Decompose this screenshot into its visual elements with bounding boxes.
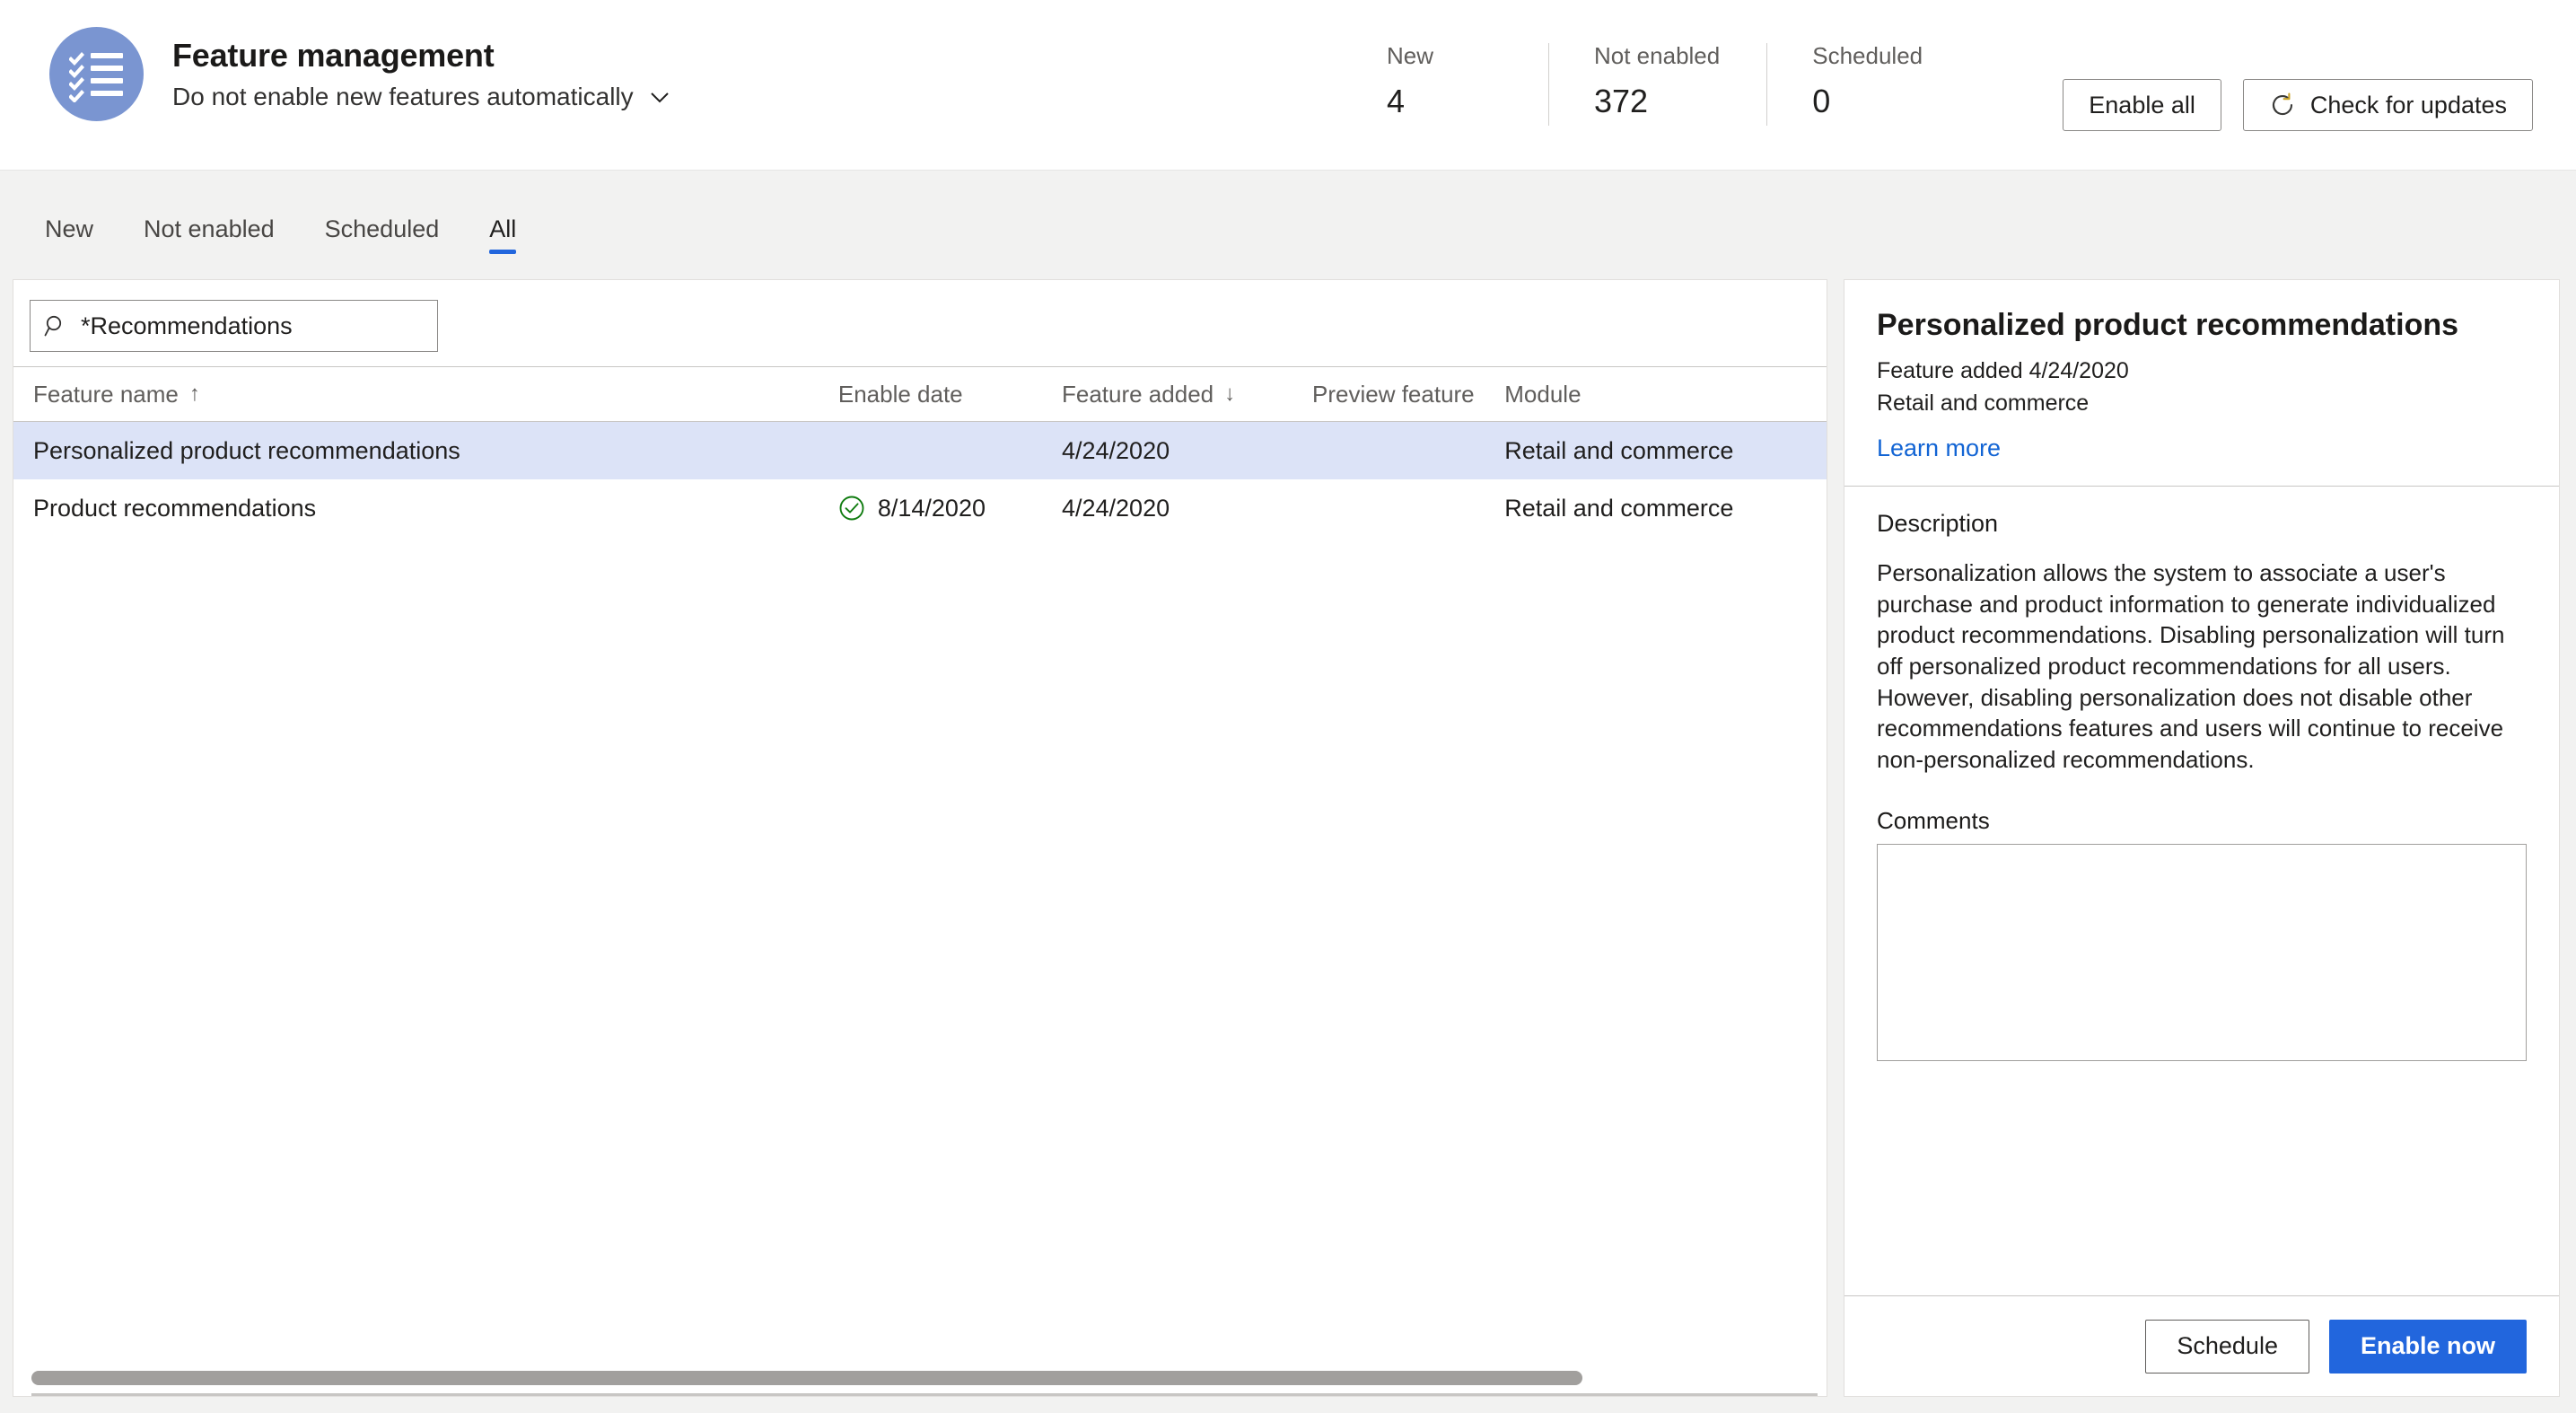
cell-feature-added: 4/24/2020 bbox=[1061, 494, 1170, 522]
page-title: Feature management bbox=[172, 36, 495, 74]
stat-scheduled-value: 0 bbox=[1812, 82, 1831, 119]
feature-detail-panel: Personalized product recommendations Fea… bbox=[1844, 279, 2560, 1397]
green-check-circle-icon bbox=[838, 495, 865, 522]
column-header-module-label: Module bbox=[1504, 380, 1582, 408]
cell-feature-name: Personalized product recommendations bbox=[33, 436, 460, 464]
chevron-down-icon bbox=[648, 85, 671, 109]
cell-module: Retail and commerce bbox=[1504, 494, 1734, 522]
cell-enable-date: 8/14/2020 bbox=[838, 495, 1062, 522]
sort-ascending-icon: ↑ bbox=[188, 382, 200, 406]
auto-enable-label: Do not enable new features automatically bbox=[172, 83, 634, 111]
cell-feature-name: Product recommendations bbox=[33, 494, 317, 522]
table-row[interactable]: Personalized product recommendations 4/2… bbox=[13, 422, 1827, 479]
column-header-preview-feature-label: Preview feature bbox=[1312, 380, 1475, 408]
detail-title: Personalized product recommendations bbox=[1877, 308, 2459, 342]
stat-scheduled: Scheduled 0 bbox=[1766, 43, 1969, 126]
learn-more-link[interactable]: Learn more bbox=[1877, 434, 2001, 462]
column-header-enable-date-label: Enable date bbox=[837, 380, 963, 408]
description-label: Description bbox=[1877, 510, 1999, 538]
search-icon bbox=[43, 313, 68, 338]
tab-all-label: All bbox=[489, 215, 517, 242]
app-header: Feature management Do not enable new fea… bbox=[0, 0, 2576, 170]
tab-scheduled[interactable]: Scheduled bbox=[300, 217, 465, 263]
column-header-feature-added[interactable]: Feature added ↓ bbox=[1062, 381, 1312, 408]
detail-body: Description Personalization allows the s… bbox=[1844, 486, 2559, 1295]
cell-enable-date-value: 8/14/2020 bbox=[877, 494, 986, 522]
grid-empty-space bbox=[13, 537, 1827, 1363]
column-header-enable-date[interactable]: Enable date bbox=[838, 381, 1062, 408]
column-header-feature-name[interactable]: Feature name ↑ bbox=[33, 381, 838, 408]
search-input[interactable]: *Recommendations bbox=[30, 300, 438, 352]
horizontal-scrollbar[interactable] bbox=[13, 1363, 1827, 1393]
stat-new: New 4 bbox=[1387, 43, 1548, 126]
header-stats: New 4 Not enabled 372 Scheduled 0 bbox=[1387, 43, 1969, 126]
enable-all-button[interactable]: Enable all bbox=[2063, 79, 2221, 131]
grid-bottom-rule bbox=[31, 1393, 1818, 1396]
auto-enable-dropdown[interactable]: Do not enable new features automatically bbox=[172, 83, 671, 111]
check-for-updates-button[interactable]: Check for updates bbox=[2242, 79, 2533, 131]
refresh-icon bbox=[2269, 92, 2296, 118]
detail-header: Personalized product recommendations Fea… bbox=[1844, 280, 2559, 486]
title-block: Feature management Do not enable new fea… bbox=[172, 37, 671, 111]
table-row[interactable]: Product recommendations 8/14/2020 4/24/2… bbox=[13, 479, 1827, 537]
enable-now-button[interactable]: Enable now bbox=[2328, 1319, 2527, 1374]
tab-not-enabled[interactable]: Not enabled bbox=[118, 217, 300, 263]
stat-new-value: 4 bbox=[1387, 82, 1406, 119]
stat-not-enabled-value: 372 bbox=[1594, 82, 1649, 119]
stat-not-enabled-label: Not enabled bbox=[1594, 42, 1721, 69]
tab-new[interactable]: New bbox=[20, 217, 118, 263]
cell-feature-added: 4/24/2020 bbox=[1061, 436, 1170, 464]
column-header-feature-name-label: Feature name bbox=[33, 380, 179, 408]
grid-header-row: Feature name ↑ Enable date Feature added… bbox=[13, 366, 1827, 422]
comments-label: Comments bbox=[1877, 807, 1990, 835]
search-input-value: *Recommendations bbox=[81, 312, 293, 339]
detail-module: Retail and commerce bbox=[1877, 390, 2090, 416]
tab-bar: New Not enabled Scheduled All bbox=[0, 170, 2576, 263]
tab-scheduled-label: Scheduled bbox=[324, 215, 440, 242]
comments-textarea[interactable] bbox=[1877, 844, 2527, 1062]
schedule-button[interactable]: Schedule bbox=[2145, 1319, 2309, 1374]
stat-new-label: New bbox=[1387, 42, 1434, 69]
column-header-preview-feature[interactable]: Preview feature bbox=[1312, 381, 1504, 408]
sort-descending-icon: ↓ bbox=[1224, 382, 1236, 406]
content-area: *Recommendations Feature name ↑ Enable d… bbox=[0, 263, 2576, 1413]
enable-all-label: Enable all bbox=[2089, 91, 2195, 118]
check-for-updates-label: Check for updates bbox=[2309, 91, 2507, 118]
tab-active-indicator bbox=[489, 250, 517, 254]
header-actions: Enable all Check for updates bbox=[2063, 79, 2533, 131]
tab-all[interactable]: All bbox=[464, 217, 541, 263]
description-text: Personalization allows the system to ass… bbox=[1877, 559, 2505, 773]
feature-list-panel: *Recommendations Feature name ↑ Enable d… bbox=[13, 279, 1827, 1397]
stat-scheduled-label: Scheduled bbox=[1812, 42, 1923, 69]
horizontal-scrollbar-thumb[interactable] bbox=[31, 1371, 1582, 1385]
tab-not-enabled-label: Not enabled bbox=[144, 215, 275, 242]
stat-not-enabled: Not enabled 372 bbox=[1548, 43, 1766, 126]
search-row: *Recommendations bbox=[13, 280, 1827, 366]
tab-new-label: New bbox=[45, 215, 94, 242]
cell-module: Retail and commerce bbox=[1504, 436, 1734, 464]
detail-footer: Schedule Enable now bbox=[1844, 1295, 2559, 1396]
detail-feature-added: Feature added 4/24/2020 bbox=[1877, 357, 2129, 383]
column-header-feature-added-label: Feature added bbox=[1061, 380, 1214, 408]
column-header-module[interactable]: Module bbox=[1504, 381, 1827, 408]
feature-checklist-icon bbox=[49, 27, 144, 121]
header-identity: Feature management Do not enable new fea… bbox=[0, 0, 671, 121]
